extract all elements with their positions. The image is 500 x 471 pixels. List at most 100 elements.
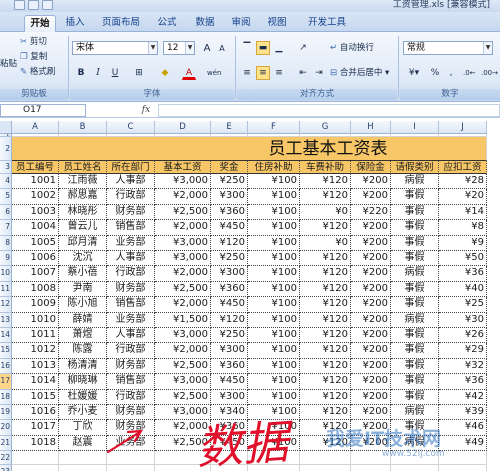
table-cell[interactable]: ¥300 [211,189,248,205]
table-cell[interactable]: 病假 [391,312,439,328]
column-header[interactable]: C [107,121,155,134]
table-cell[interactable]: ¥120 [300,312,351,328]
table-cell[interactable]: ¥30 [439,312,487,328]
table-cell[interactable]: ¥42 [439,389,487,405]
table-cell[interactable]: 业务部 [107,235,155,251]
tab-formulas[interactable]: 公式 [152,15,182,32]
table-cell[interactable]: ¥200 [351,312,391,328]
table-cell[interactable]: 病假 [391,266,439,282]
table-cell[interactable]: ¥100 [248,297,300,313]
table-cell[interactable]: ¥200 [351,266,391,282]
percent-button[interactable]: % [428,66,442,80]
table-cell[interactable]: ¥100 [248,405,300,421]
table-cell[interactable]: 1002 [12,189,59,205]
table-cell[interactable]: ¥120 [211,235,248,251]
table-cell[interactable]: 杜媛媛 [59,389,107,405]
formula-input[interactable] [158,104,500,117]
fill-color-button[interactable]: ◆ [158,66,172,80]
empty-cell[interactable] [155,465,211,471]
cut-button[interactable]: ✂ 剪切 [20,36,47,50]
table-cell[interactable]: ¥20 [439,189,487,205]
table-cell[interactable]: 事假 [391,343,439,359]
table-cell[interactable]: ¥120 [300,174,351,190]
table-cell[interactable]: ¥360 [211,420,248,436]
table-cell[interactable]: ¥2,000 [155,266,211,282]
format-painter-button[interactable]: ✎ 格式刷 [20,66,55,80]
header-cell[interactable]: 基本工资 [155,161,211,174]
empty-cell[interactable] [439,451,487,466]
header-cell[interactable]: 住房补助 [248,161,300,174]
table-cell[interactable]: 1011 [12,328,59,344]
row-header[interactable]: 15 [0,343,12,359]
table-cell[interactable]: ¥360 [211,204,248,221]
copy-button[interactable]: ❐ 复制 [20,51,47,65]
table-cell[interactable]: 1016 [12,405,59,421]
table-cell[interactable]: ¥2,500 [155,358,211,375]
table-cell[interactable]: ¥120 [300,189,351,205]
table-cell[interactable]: 乔小麦 [59,405,107,421]
table-cell[interactable]: ¥9 [439,235,487,251]
table-cell[interactable]: ¥120 [300,405,351,421]
table-cell[interactable]: ¥2,000 [155,297,211,313]
column-header[interactable]: F [248,121,300,134]
table-cell[interactable]: ¥120 [300,281,351,298]
table-cell[interactable]: ¥100 [248,189,300,205]
table-cell[interactable]: 曾云儿 [59,220,107,236]
align-bottom-button[interactable]: ▁ [272,41,286,55]
table-cell[interactable]: 财务部 [107,281,155,298]
column-header[interactable]: D [155,121,211,134]
empty-cell[interactable] [248,451,300,466]
table-cell[interactable]: 1008 [12,281,59,298]
table-cell[interactable]: ¥0 [300,235,351,251]
table-cell[interactable]: ¥120 [300,266,351,282]
column-header[interactable]: H [351,121,391,134]
wrap-text-button[interactable]: ↵ 自动换行 [330,42,374,56]
table-cell[interactable]: ¥100 [248,174,300,190]
table-cell[interactable]: 事假 [391,358,439,375]
header-cell[interactable]: 奖金 [211,161,248,174]
row-header[interactable]: 8 [0,235,12,251]
table-cell[interactable]: 事假 [391,389,439,405]
row-header[interactable]: 12 [0,297,12,313]
shrink-font-button[interactable]: A [215,41,229,55]
italic-button[interactable]: I [91,66,105,80]
table-cell[interactable]: 病假 [391,405,439,421]
table-cell[interactable]: 杨清清 [59,358,107,375]
redo-icon[interactable] [42,0,53,10]
table-cell[interactable]: ¥100 [248,420,300,436]
table-cell[interactable]: ¥200 [351,235,391,251]
borders-button[interactable]: ⊞ [132,66,146,80]
table-cell[interactable]: ¥26 [439,328,487,344]
row-header[interactable]: 14 [0,328,12,344]
table-cell[interactable]: 1014 [12,374,59,390]
table-cell[interactable]: ¥46 [439,420,487,436]
table-cell[interactable]: ¥120 [300,297,351,313]
table-cell[interactable]: ¥120 [300,343,351,359]
table-cell[interactable]: ¥200 [351,374,391,390]
table-cell[interactable]: ¥3,000 [155,328,211,344]
table-cell[interactable]: 1017 [12,420,59,436]
table-cell[interactable]: ¥2,500 [155,281,211,298]
table-cell[interactable]: ¥36 [439,266,487,282]
table-cell[interactable]: ¥100 [248,235,300,251]
table-cell[interactable]: 1009 [12,297,59,313]
table-cell[interactable]: ¥100 [248,435,300,452]
table-cell[interactable]: 业务部 [107,312,155,328]
table-cell[interactable]: ¥49 [439,435,487,452]
table-cell[interactable]: ¥2,500 [155,435,211,452]
table-cell[interactable]: 人事部 [107,174,155,190]
undo-icon[interactable] [28,0,39,10]
sheet-title-cell[interactable]: 员工基本工资表 [12,137,487,161]
row-header[interactable]: 22 [0,451,12,466]
empty-cell[interactable] [351,465,391,471]
empty-cell[interactable] [300,451,351,466]
table-cell[interactable]: ¥120 [300,251,351,267]
table-cell[interactable]: ¥100 [248,204,300,221]
table-cell[interactable]: 行政部 [107,266,155,282]
header-cell[interactable]: 请假类别 [391,161,439,174]
table-cell[interactable]: ¥340 [211,405,248,421]
table-cell[interactable]: ¥100 [248,312,300,328]
table-cell[interactable]: ¥50 [439,251,487,267]
table-cell[interactable]: ¥300 [211,389,248,405]
table-cell[interactable]: ¥250 [211,328,248,344]
